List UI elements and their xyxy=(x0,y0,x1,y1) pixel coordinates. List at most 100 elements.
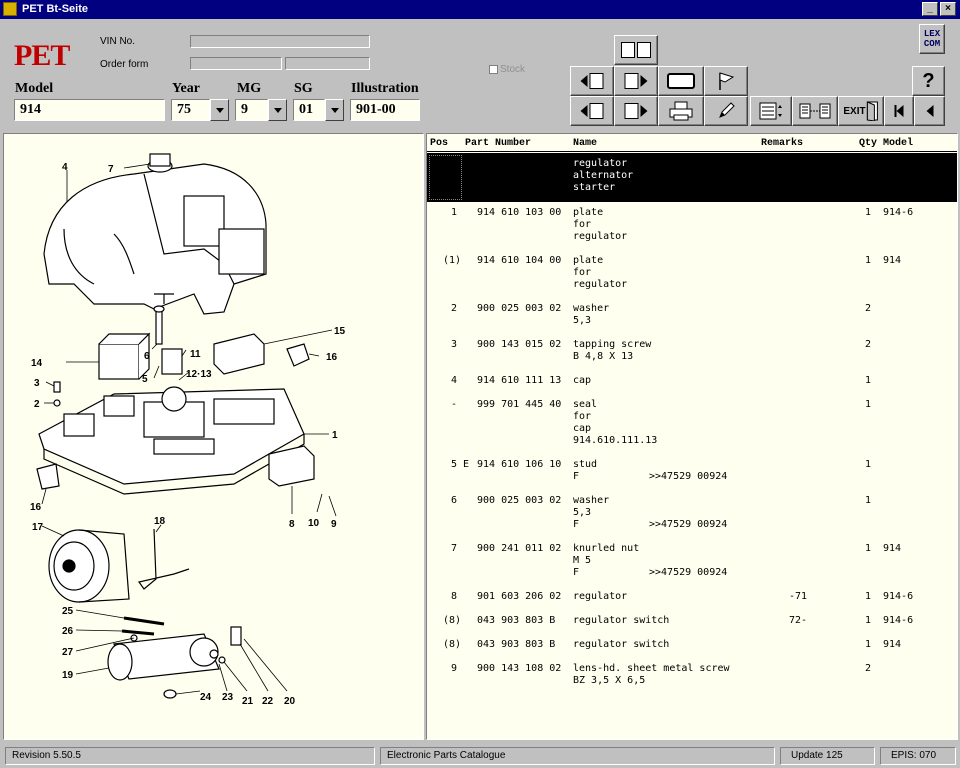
callout-label[interactable]: 2 xyxy=(34,399,40,410)
callout-label[interactable]: 10 xyxy=(308,518,320,529)
mg-select[interactable]: 9 xyxy=(235,99,268,121)
cell-name: regulator switch xyxy=(573,639,670,650)
document-icon xyxy=(589,73,604,89)
cell-pos: 4 xyxy=(451,375,458,386)
prev-page-button[interactable] xyxy=(570,96,614,126)
next-doc-button[interactable] xyxy=(614,66,658,96)
callout-label[interactable]: 11 xyxy=(190,349,201,360)
arrow-left-icon xyxy=(896,105,904,117)
app-icon xyxy=(3,2,17,16)
callout-label[interactable]: 16 xyxy=(326,352,338,363)
vin-field[interactable] xyxy=(190,35,370,48)
cell-qty: 1 xyxy=(865,639,872,650)
edit-button[interactable] xyxy=(704,96,748,126)
col-name: Name xyxy=(573,138,598,149)
order-form-field-2[interactable] xyxy=(285,57,370,70)
callout-label[interactable]: 3 xyxy=(34,378,40,389)
cell-qty: 1 xyxy=(865,459,872,470)
cell-name: seal for cap 914.610.111.13 xyxy=(573,399,658,446)
model-field[interactable]: 914 xyxy=(14,99,165,121)
cell-part: 914 610 106 10 xyxy=(477,459,562,470)
callout-label[interactable]: 23 xyxy=(222,692,234,703)
list-button[interactable] xyxy=(750,96,792,126)
callout-label[interactable]: 16 xyxy=(30,502,42,513)
callout-label[interactable]: 4 xyxy=(62,162,68,173)
callout-label[interactable]: 15 xyxy=(334,326,346,337)
arrow-left-icon xyxy=(580,75,588,87)
cell-qty: 1 xyxy=(865,207,872,218)
callout-label[interactable]: 7 xyxy=(108,164,114,175)
cell-qty: 1 xyxy=(865,255,872,266)
callout-label[interactable]: 8 xyxy=(289,519,295,530)
cell-name: regulator xyxy=(573,591,628,602)
callout-label[interactable]: 20 xyxy=(284,696,296,707)
parts-table[interactable]: Pos Part Number Name Remarks Qty Model r… xyxy=(426,133,958,740)
callout-label[interactable]: 26 xyxy=(62,626,74,637)
cell-extra: >>47529 00924 xyxy=(649,471,728,482)
help-button[interactable]: ? xyxy=(912,66,945,96)
cell-part: 900 143 108 02 xyxy=(477,663,562,674)
cell-pos: (1) xyxy=(443,255,462,266)
frame-view-button[interactable] xyxy=(658,66,704,96)
stock-checkbox-box[interactable] xyxy=(489,64,498,74)
cell-qty: 1 xyxy=(865,543,872,554)
cell-model: 914 xyxy=(883,543,902,554)
network-button[interactable] xyxy=(792,96,838,126)
year-dropdown-button[interactable] xyxy=(210,99,229,121)
exit-button[interactable]: EXIT xyxy=(838,96,884,126)
callout-label[interactable]: 22 xyxy=(262,696,274,707)
pencil-icon xyxy=(719,102,735,118)
cell-part: 900 025 003 02 xyxy=(477,495,562,506)
callout-label[interactable]: 27 xyxy=(62,647,74,658)
cell-name: tapping screw B 4,8 X 13 xyxy=(573,339,652,362)
cell-part: 914 610 104 00 xyxy=(477,255,562,266)
callout-label[interactable]: 6 xyxy=(144,351,150,362)
lexcom-button[interactable]: LEX COM xyxy=(919,24,945,54)
callout-label[interactable]: 24 xyxy=(200,692,212,703)
order-form-field-1[interactable] xyxy=(190,57,282,70)
sg-dropdown-button[interactable] xyxy=(325,99,344,121)
cell-name: knurled nut M 5 F xyxy=(573,543,640,578)
cell-part: 914 610 103 00 xyxy=(477,207,562,218)
year-label: Year xyxy=(172,81,200,96)
selected-group-row[interactable]: regulator alternator starter xyxy=(427,153,957,202)
callout-label[interactable]: 17 xyxy=(32,522,44,533)
mg-label: MG xyxy=(237,81,262,96)
callout-label[interactable]: 12·13 xyxy=(186,369,212,380)
cell-part: 999 701 445 40 xyxy=(477,399,562,410)
callout-label[interactable]: 25 xyxy=(62,606,74,617)
cell-part: 914 610 111 13 xyxy=(477,375,562,386)
arrow-left-icon xyxy=(580,105,588,117)
col-part-number: Part Number xyxy=(465,138,532,149)
sg-select[interactable]: 01 xyxy=(293,99,325,121)
mg-dropdown-button[interactable] xyxy=(268,99,287,121)
back-button[interactable] xyxy=(914,96,945,126)
callout-label[interactable]: 14 xyxy=(31,358,43,369)
cell-part: 043 903 803 B xyxy=(477,639,556,650)
close-button[interactable]: × xyxy=(940,2,956,16)
callout-label[interactable]: 9 xyxy=(331,519,337,530)
year-select[interactable]: 75 xyxy=(171,99,210,121)
stock-label: Stock xyxy=(500,64,526,75)
flag-button[interactable] xyxy=(704,66,748,96)
door-icon xyxy=(867,101,879,121)
illustration-field[interactable]: 901-00 xyxy=(350,99,420,121)
stock-checkbox[interactable]: Stock xyxy=(489,64,525,75)
next-page-button[interactable] xyxy=(614,96,658,126)
cell-model: 914-6 xyxy=(883,591,914,602)
prev-doc-button[interactable] xyxy=(570,66,614,96)
callout-label[interactable]: 5 xyxy=(142,374,148,385)
first-button[interactable] xyxy=(884,96,914,126)
minimize-button[interactable]: _ xyxy=(922,2,938,16)
illustration-docs-button[interactable] xyxy=(614,35,658,65)
frame-icon xyxy=(667,73,695,89)
cell-qty: 1 xyxy=(865,399,872,410)
callout-label[interactable]: 1 xyxy=(332,430,338,441)
illustration-panel[interactable]: 7 4 15 14 6 11 16 5 12·13 3 2 1 16 8 10 9 17 18 25 26 27 19 24… xyxy=(3,133,424,740)
print-button[interactable] xyxy=(658,96,704,126)
callout-label[interactable]: 19 xyxy=(62,670,74,681)
callout-label[interactable]: 21 xyxy=(242,696,254,707)
callout-label[interactable]: 18 xyxy=(154,516,166,527)
cell-part: 900 025 003 02 xyxy=(477,303,562,314)
cell-pos: (8) xyxy=(443,639,462,650)
